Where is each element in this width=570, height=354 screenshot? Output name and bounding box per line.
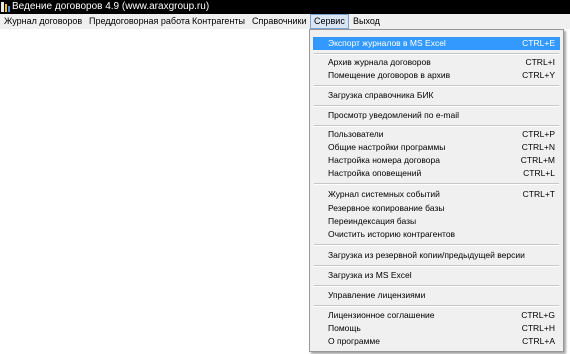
window-title: Ведение договоров 4.9 (www.araxgroup.ru) xyxy=(12,1,210,12)
menu-item-shortcut: CTRL+A xyxy=(522,336,555,346)
menu-counterparties[interactable]: Контрагенты xyxy=(189,14,248,29)
menu-item-clear-counterparty-history[interactable]: Очистить историю контрагентов xyxy=(313,228,560,240)
menu-item-label: Журнал системных событий xyxy=(328,189,440,199)
title-bar: Ведение договоров 4.9 (www.araxgroup.ru) xyxy=(0,0,570,14)
menu-item-label: Загрузка из резервной копии/предыдущей в… xyxy=(328,250,525,260)
menu-references[interactable]: Справочники xyxy=(249,14,310,29)
menu-item-label: Просмотр уведомлений по e-mail xyxy=(328,110,459,120)
menu-item-label: Помощь xyxy=(328,323,361,333)
menu-item-export-excel[interactable]: Экспорт журналов в MS Excel CTRL+E xyxy=(313,37,560,50)
menu-item-shortcut: CTRL+I xyxy=(525,57,555,67)
menu-bar: Журнал договоров Преддоговорная работа К… xyxy=(0,14,570,29)
menu-item-label: Общие настройки программы xyxy=(328,142,446,152)
menu-item-import-excel[interactable]: Загрузка из MS Excel xyxy=(313,269,560,281)
menu-item-label: Лицензионное соглашение xyxy=(328,310,435,320)
menu-service[interactable]: Сервис xyxy=(310,14,349,29)
menu-item-label: О программе xyxy=(328,336,381,346)
menu-item-shortcut: CTRL+T xyxy=(522,189,555,199)
menu-item-general-settings[interactable]: Общие настройки программы CTRL+N xyxy=(313,141,560,153)
menu-item-shortcut: CTRL+P xyxy=(522,129,555,139)
menu-item-shortcut: CTRL+N xyxy=(521,142,555,152)
menu-item-backup-database[interactable]: Резервное копирование базы xyxy=(313,202,560,214)
menu-item-shortcut: CTRL+E xyxy=(522,38,555,48)
menu-item-email-notifications[interactable]: Просмотр уведомлений по e-mail xyxy=(313,109,560,121)
menu-separator xyxy=(314,125,559,127)
menu-item-shortcut: CTRL+L xyxy=(523,168,555,178)
menu-item-label: Переиндексация базы xyxy=(328,216,417,226)
menu-separator xyxy=(314,53,559,55)
menu-item-archive-journal[interactable]: Архив журнала договоров CTRL+I xyxy=(313,56,560,68)
app-icon xyxy=(1,2,10,12)
menu-separator xyxy=(314,244,559,246)
menu-separator xyxy=(314,105,559,107)
service-dropdown-menu: Экспорт журналов в MS Excel CTRL+E Архив… xyxy=(309,29,564,352)
menu-separator xyxy=(314,183,559,185)
menu-item-label: Настройка номера договора xyxy=(328,155,440,165)
menu-item-shortcut: CTRL+H xyxy=(521,323,555,333)
menu-separator xyxy=(314,305,559,307)
menu-item-shortcut: CTRL+G xyxy=(521,310,555,320)
menu-item-label: Управление лицензиями xyxy=(328,290,426,300)
menu-item-label: Экспорт журналов в MS Excel xyxy=(328,38,446,48)
menu-item-license-agreement[interactable]: Лицензионное соглашение CTRL+G xyxy=(313,309,560,321)
menu-separator xyxy=(314,285,559,287)
menu-exit[interactable]: Выход xyxy=(350,14,383,29)
menu-item-contract-number-settings[interactable]: Настройка номера договора CTRL+M xyxy=(313,154,560,166)
menu-item-restore-from-backup[interactable]: Загрузка из резервной копии/предыдущей в… xyxy=(313,249,560,261)
menu-item-label: Резервное копирование базы xyxy=(328,203,445,213)
menu-separator xyxy=(314,265,559,267)
menu-item-label: Пользователи xyxy=(328,129,384,139)
menu-item-users[interactable]: Пользователи CTRL+P xyxy=(313,128,560,140)
menu-journal[interactable]: Журнал договоров xyxy=(1,14,85,29)
menu-item-license-management[interactable]: Управление лицензиями xyxy=(313,289,560,301)
menu-item-notification-settings[interactable]: Настройка оповещений CTRL+L xyxy=(313,167,560,179)
menu-item-load-bik[interactable]: Загрузка справочника БИК xyxy=(313,89,560,101)
menu-item-help[interactable]: Помощь CTRL+H xyxy=(313,322,560,334)
menu-item-system-events-log[interactable]: Журнал системных событий CTRL+T xyxy=(313,188,560,200)
menu-separator xyxy=(314,85,559,87)
menu-item-label: Помещение договоров в архив xyxy=(328,70,451,80)
menu-item-label: Загрузка справочника БИК xyxy=(328,90,434,100)
menu-item-label: Настройка оповещений xyxy=(328,168,422,178)
menu-item-move-to-archive[interactable]: Помещение договоров в архив CTRL+Y xyxy=(313,69,560,81)
menu-item-label: Очистить историю контрагентов xyxy=(328,229,456,239)
menu-item-shortcut: CTRL+M xyxy=(520,155,555,165)
menu-item-label: Загрузка из MS Excel xyxy=(328,270,412,280)
menu-item-about[interactable]: О программе CTRL+A xyxy=(313,335,560,347)
menu-precontract[interactable]: Преддоговорная работа xyxy=(86,14,193,29)
menu-item-shortcut: CTRL+Y xyxy=(522,70,555,80)
menu-item-reindex-database[interactable]: Переиндексация базы xyxy=(313,215,560,227)
menu-item-label: Архив журнала договоров xyxy=(328,57,431,67)
